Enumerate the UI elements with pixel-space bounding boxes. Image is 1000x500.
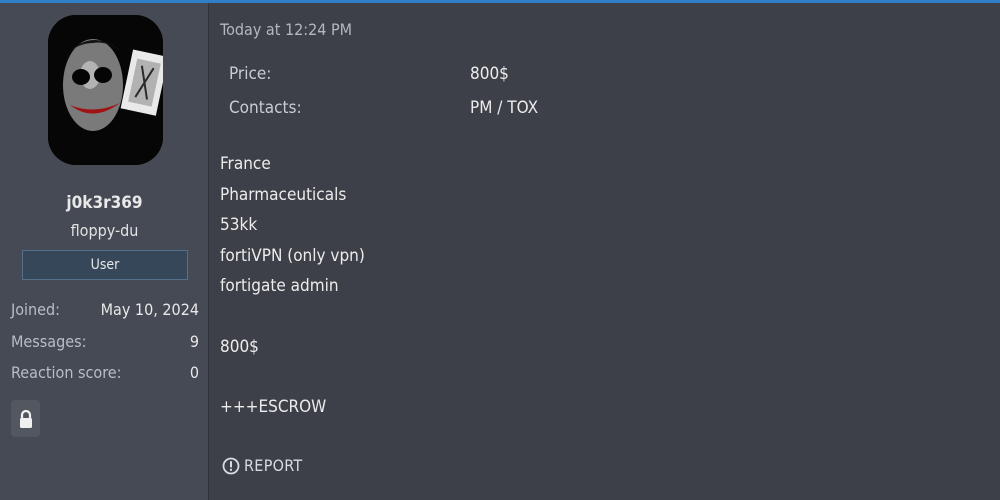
stat-label: Messages: [11, 332, 87, 351]
body-line: Pharmaceuticals [220, 185, 347, 205]
body-line: France [220, 154, 271, 174]
report-button[interactable]: REPORT [222, 456, 303, 475]
field-value-contacts: PM / TOX [470, 98, 539, 118]
lock-icon[interactable] [11, 400, 40, 437]
stat-label: Joined: [11, 300, 61, 319]
post-content: Today at 12:24 PM Price: 800$ Contacts: … [209, 3, 1000, 500]
user-sidebar: j0k3r369 floppy-du User Joined: May 10, … [0, 3, 209, 500]
user-banner: User [22, 250, 188, 280]
body-line: fortigate admin [220, 276, 339, 296]
stat-reaction-score: Reaction score: 0 [11, 363, 199, 382]
username[interactable]: j0k3r369 [0, 193, 209, 213]
stat-value[interactable]: 9 [190, 332, 199, 351]
stat-label: Reaction score: [11, 363, 122, 382]
field-label-contacts: Contacts: [229, 98, 302, 118]
report-label: REPORT [244, 456, 303, 475]
stat-messages: Messages: 9 [11, 332, 199, 351]
field-label-price: Price: [229, 64, 272, 84]
joker-card-avatar-image [48, 15, 163, 165]
stat-value: May 10, 2024 [100, 300, 199, 319]
user-title: floppy-du [70, 221, 139, 240]
post-timestamp[interactable]: Today at 12:24 PM [220, 20, 352, 39]
avatar[interactable] [48, 15, 163, 165]
body-line: fortiVPN (only vpn) [220, 246, 365, 266]
stat-joined: Joined: May 10, 2024 [11, 300, 199, 319]
body-line: 53kk [220, 215, 258, 235]
field-value-price: 800$ [470, 64, 509, 84]
stat-value: 0 [189, 363, 199, 382]
alert-circle-icon [222, 457, 240, 474]
body-line: +++ESCROW [220, 397, 327, 417]
body-line: 800$ [220, 337, 259, 357]
